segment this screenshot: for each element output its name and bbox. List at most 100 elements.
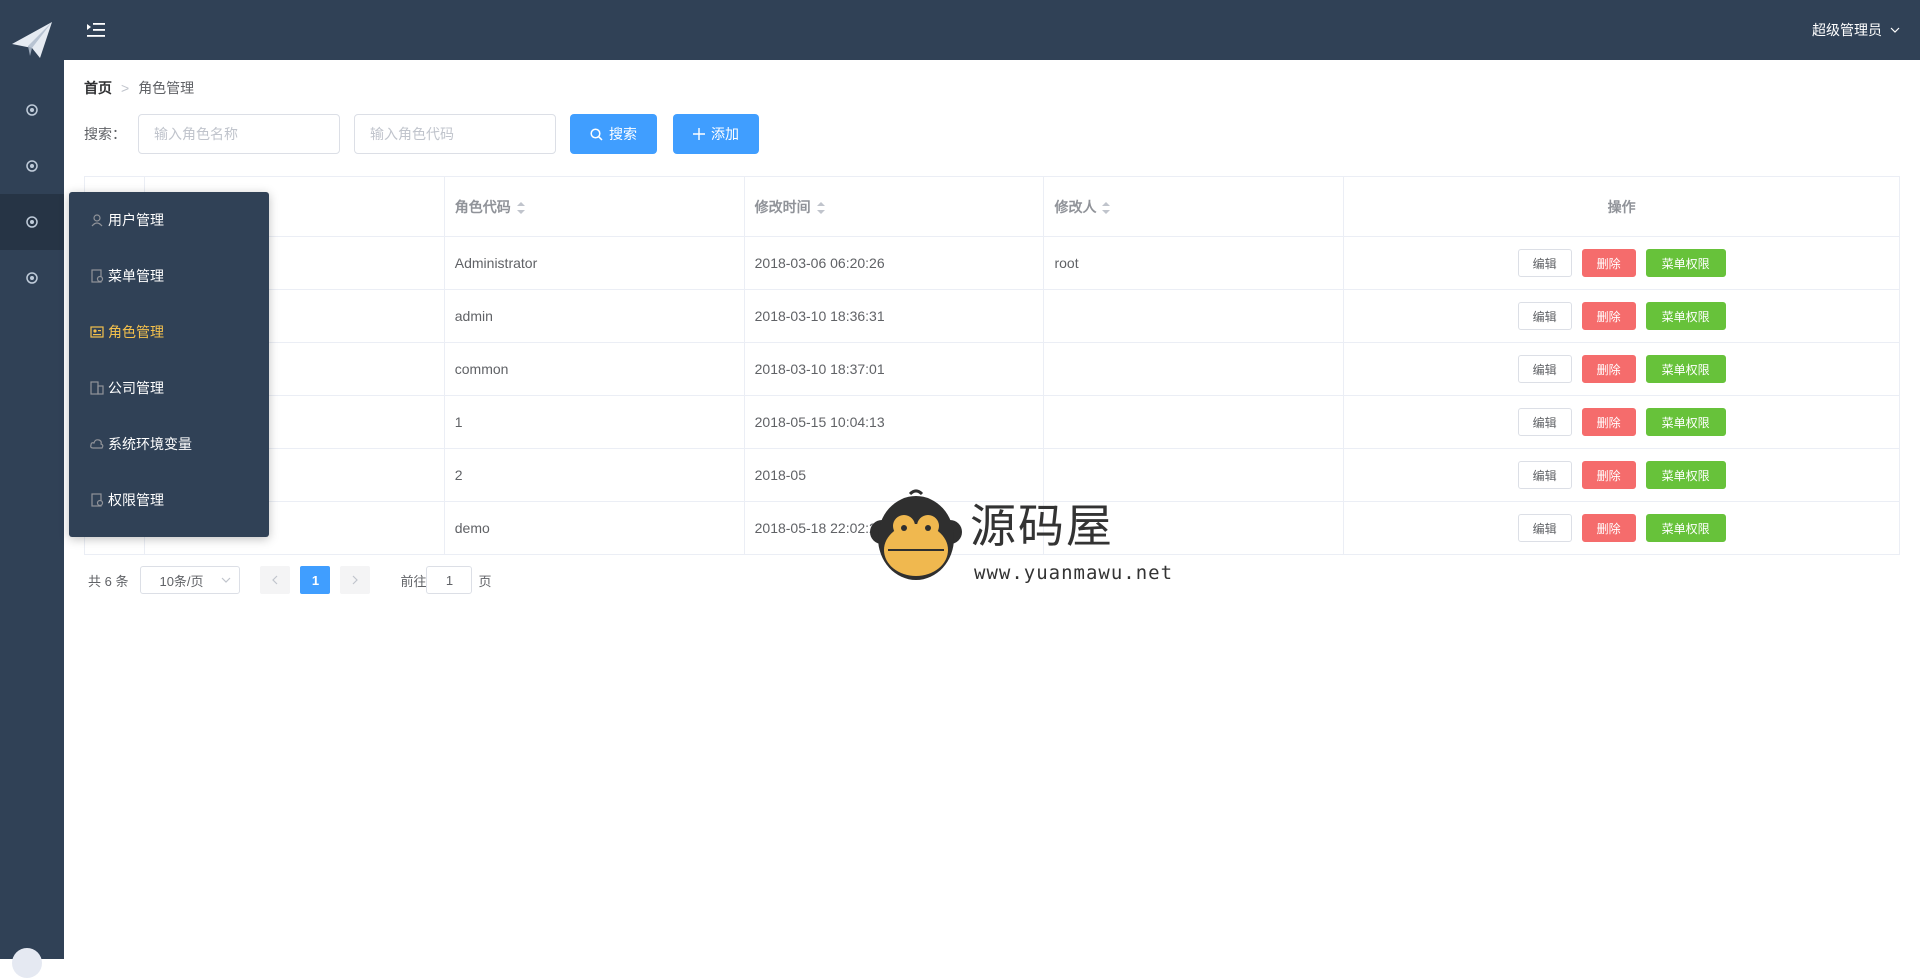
nav-settings-icon-3[interactable] bbox=[0, 250, 64, 306]
cell-modifier bbox=[1043, 501, 1345, 555]
delete-button[interactable]: 删除 bbox=[1581, 355, 1636, 383]
cloud-icon bbox=[90, 437, 104, 451]
chevron-left-icon bbox=[272, 575, 278, 585]
search-bar: 搜索： 搜索 添加 bbox=[84, 114, 775, 154]
cell-time: 2018-03-10 18:37:01 bbox=[743, 342, 1045, 396]
submenu-item-env-vars[interactable]: 系统环境变量 bbox=[69, 416, 269, 472]
chevron-down-icon bbox=[222, 577, 231, 583]
menu-toggle-icon[interactable] bbox=[84, 18, 108, 42]
goto-page-input[interactable] bbox=[426, 566, 473, 594]
submenu-item-label: 用户管理 bbox=[108, 212, 164, 228]
cell-actions: 编辑 删除 菜单权限 bbox=[1343, 501, 1900, 555]
search-button-label: 搜索 bbox=[609, 126, 637, 142]
edit-button[interactable]: 编辑 bbox=[1517, 408, 1572, 436]
delete-button[interactable]: 删除 bbox=[1581, 408, 1636, 436]
roles-table: 角色代码 修改时间 修改人 操作 Administrator 2018-03-0… bbox=[84, 176, 1900, 555]
add-button[interactable]: 添加 bbox=[673, 114, 759, 154]
nav-system-icon[interactable] bbox=[0, 194, 64, 250]
edit-button[interactable]: 编辑 bbox=[1517, 249, 1572, 277]
cell-time: 2018-05-18 22:02:28 bbox=[743, 501, 1045, 555]
table-row: 1 2018-05-15 10:04:13 编辑 删除 菜单权限 bbox=[84, 395, 1900, 449]
cell-time: 2018-05 bbox=[743, 448, 1045, 502]
next-page-button[interactable] bbox=[340, 566, 371, 594]
breadcrumb-current: 角色管理 bbox=[138, 80, 195, 96]
table-header-row: 角色代码 修改时间 修改人 操作 bbox=[84, 176, 1900, 237]
cell-code: common bbox=[443, 342, 745, 396]
submenu-item-label: 菜单管理 bbox=[108, 268, 164, 284]
cell-code: Administrator bbox=[443, 236, 745, 290]
role-icon bbox=[90, 325, 104, 339]
breadcrumb-home[interactable]: 首页 bbox=[84, 78, 112, 98]
menu-permission-button[interactable]: 菜单权限 bbox=[1645, 355, 1726, 383]
submenu-item-label: 角色管理 bbox=[108, 324, 164, 340]
menu-doc-icon bbox=[90, 269, 104, 283]
edit-button[interactable]: 编辑 bbox=[1517, 514, 1572, 542]
breadcrumb-separator-icon: > bbox=[121, 80, 130, 96]
cell-actions: 编辑 删除 菜单权限 bbox=[1343, 342, 1900, 396]
plus-icon bbox=[693, 128, 705, 140]
user-name: 超级管理员 bbox=[1812, 22, 1882, 38]
submenu-item-menus[interactable]: 菜单管理 bbox=[69, 248, 269, 304]
chevron-down-icon bbox=[1890, 27, 1900, 33]
search-label: 搜索： bbox=[84, 126, 126, 142]
nav-settings-icon-2[interactable] bbox=[0, 138, 64, 194]
cell-modifier: root bbox=[1043, 236, 1345, 290]
goto-prefix: 前往 bbox=[400, 573, 427, 589]
breadcrumb: 首页 > 角色管理 bbox=[84, 78, 194, 98]
cell-time: 2018-05-15 10:04:13 bbox=[743, 395, 1045, 449]
menu-permission-button[interactable]: 菜单权限 bbox=[1645, 514, 1726, 542]
sort-icon bbox=[516, 201, 525, 214]
delete-button[interactable]: 删除 bbox=[1581, 302, 1636, 330]
submenu-flyout: 用户管理 菜单管理 角色管理 公司管理 系统环境变量 权限管理 bbox=[69, 192, 269, 537]
search-button[interactable]: 搜索 bbox=[570, 114, 657, 154]
edit-button[interactable]: 编辑 bbox=[1517, 302, 1572, 330]
role-code-input[interactable] bbox=[354, 114, 556, 154]
cell-actions: 编辑 删除 菜单权限 bbox=[1343, 289, 1900, 343]
chevron-right-icon bbox=[353, 575, 359, 585]
edit-button[interactable]: 编辑 bbox=[1517, 461, 1572, 489]
sidebar bbox=[0, 0, 64, 978]
pagination-total: 共 6 条 bbox=[88, 573, 129, 589]
submenu-item-permissions[interactable]: 权限管理 bbox=[69, 472, 269, 528]
header-modifier[interactable]: 修改人 bbox=[1043, 176, 1345, 237]
menu-permission-button[interactable]: 菜单权限 bbox=[1645, 461, 1726, 489]
edit-button[interactable]: 编辑 bbox=[1517, 355, 1572, 383]
cell-modifier bbox=[1043, 289, 1345, 343]
table-row: Administrator 2018-03-06 06:20:26 root 编… bbox=[84, 236, 1900, 290]
menu-permission-button[interactable]: 菜单权限 bbox=[1645, 302, 1726, 330]
cell-code: admin bbox=[443, 289, 745, 343]
delete-button[interactable]: 删除 bbox=[1581, 461, 1636, 489]
role-name-input[interactable] bbox=[138, 114, 340, 154]
submenu-item-roles[interactable]: 角色管理 bbox=[69, 304, 269, 360]
page-number-button[interactable]: 1 bbox=[300, 566, 331, 594]
header-code[interactable]: 角色代码 bbox=[443, 176, 745, 237]
nav-settings-icon-1[interactable] bbox=[0, 82, 64, 138]
delete-button[interactable]: 删除 bbox=[1581, 514, 1636, 542]
user-icon bbox=[90, 213, 104, 227]
cell-time: 2018-03-06 06:20:26 bbox=[743, 236, 1045, 290]
page-size-select[interactable]: 10条/页 bbox=[140, 566, 241, 594]
page-size-value: 10条/页 bbox=[159, 573, 204, 589]
menu-permission-button[interactable]: 菜单权限 bbox=[1645, 408, 1726, 436]
submenu-item-companies[interactable]: 公司管理 bbox=[69, 360, 269, 416]
cell-modifier bbox=[1043, 395, 1345, 449]
goto-suffix: 页 bbox=[478, 573, 492, 589]
top-header: 超级管理员 bbox=[64, 0, 1920, 60]
cell-modifier bbox=[1043, 448, 1345, 502]
delete-button[interactable]: 删除 bbox=[1581, 249, 1636, 277]
main-content: 首页 > 角色管理 搜索： 搜索 添加 角色代码 修改时间 修改人 操作 bbox=[64, 60, 1920, 959]
user-dropdown[interactable]: 超级管理员 bbox=[1812, 20, 1900, 40]
permission-icon bbox=[90, 493, 104, 507]
submenu-item-label: 系统环境变量 bbox=[108, 436, 192, 452]
submenu-item-users[interactable]: 用户管理 bbox=[69, 192, 269, 248]
sort-icon bbox=[816, 201, 825, 214]
avatar[interactable] bbox=[12, 948, 42, 978]
header-time[interactable]: 修改时间 bbox=[743, 176, 1045, 237]
paper-plane-logo-icon bbox=[12, 22, 52, 58]
prev-page-button[interactable] bbox=[260, 566, 291, 594]
cell-actions: 编辑 删除 菜单权限 bbox=[1343, 448, 1900, 502]
cell-modifier bbox=[1043, 342, 1345, 396]
watermark-url: www.yuanmawu.net bbox=[974, 562, 1174, 584]
menu-permission-button[interactable]: 菜单权限 bbox=[1645, 249, 1726, 277]
cell-actions: 编辑 删除 菜单权限 bbox=[1343, 395, 1900, 449]
